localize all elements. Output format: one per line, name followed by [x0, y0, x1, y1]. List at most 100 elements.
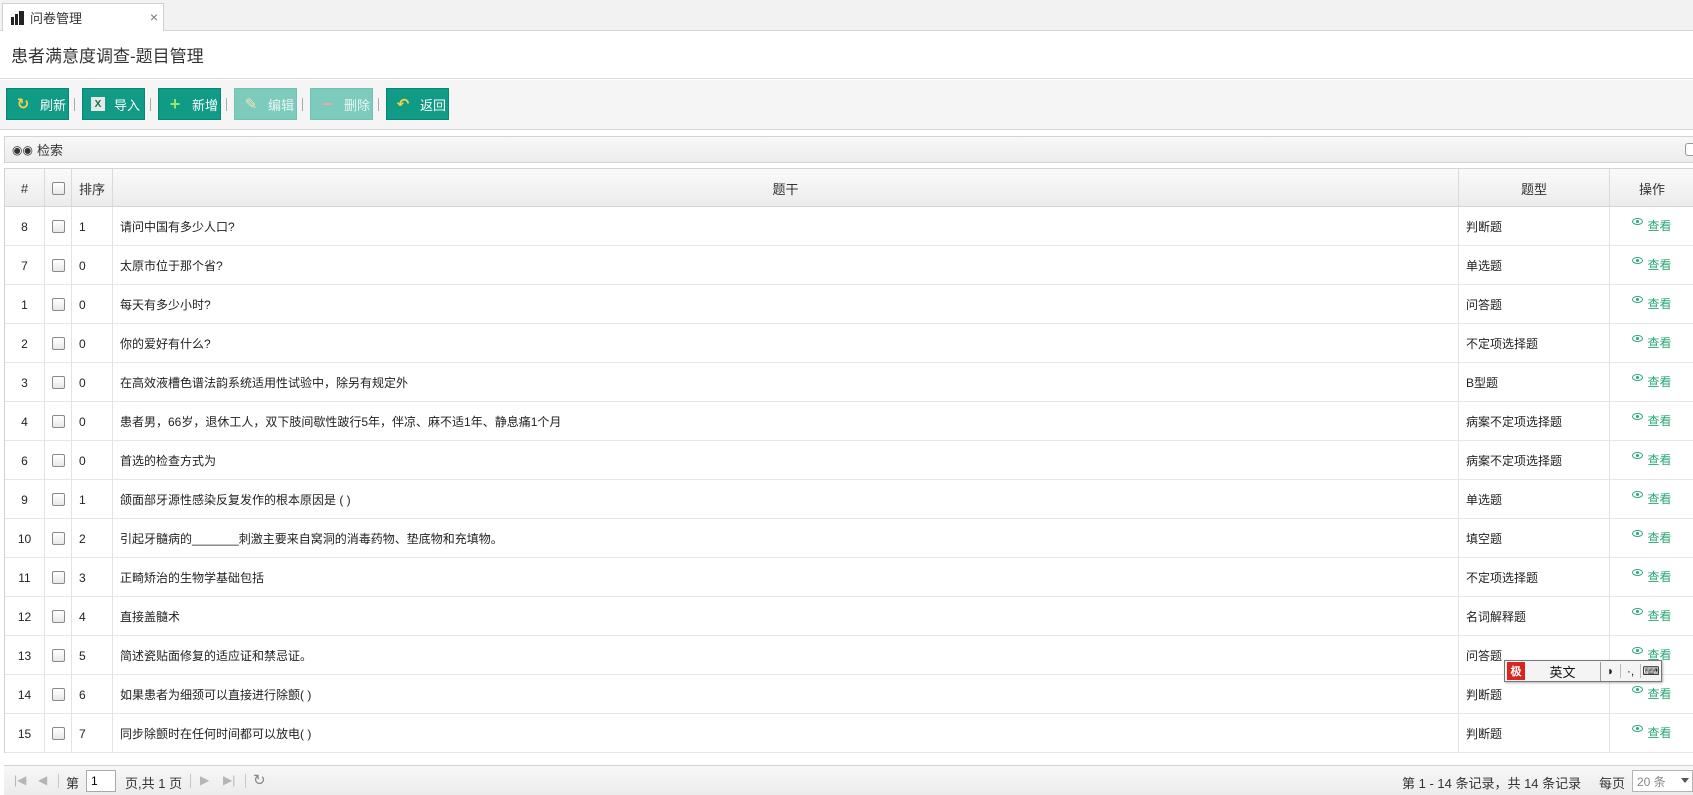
- toolbar-divider: [302, 98, 303, 111]
- view-link[interactable]: 查看: [1632, 412, 1672, 429]
- table-row[interactable]: 13 5 简述瓷贴面修复的适应证和禁忌证。 问答题 查看: [5, 636, 1693, 675]
- row-select[interactable]: [45, 207, 72, 246]
- row-checkbox[interactable]: [51, 376, 65, 389]
- prev-page-icon[interactable]: ◀: [38, 773, 47, 787]
- table-row[interactable]: 2 0 你的爱好有什么? 不定项选择题 查看: [5, 324, 1693, 363]
- reload-icon[interactable]: ↻: [253, 771, 266, 789]
- row-select[interactable]: [45, 285, 72, 324]
- eye-icon: [1632, 452, 1644, 459]
- view-link[interactable]: 查看: [1632, 685, 1672, 702]
- row-select[interactable]: [45, 519, 72, 558]
- view-link[interactable]: 查看: [1632, 295, 1672, 312]
- refresh-icon: ↻: [16, 96, 30, 113]
- table-row[interactable]: 6 0 首选的检查方式为 病案不定项选择题 查看: [5, 441, 1693, 480]
- header-type[interactable]: 题型: [1459, 169, 1610, 207]
- view-link[interactable]: 查看: [1632, 607, 1672, 624]
- ime-logo-icon[interactable]: 极: [1507, 662, 1525, 680]
- view-link[interactable]: 查看: [1632, 334, 1672, 351]
- row-checkbox[interactable]: [51, 649, 65, 662]
- table-row[interactable]: 9 1 颌面部牙源性感染反复发作的根本原因是 ( ) 单选题 查看: [5, 480, 1693, 519]
- row-checkbox[interactable]: [51, 220, 65, 233]
- first-page-icon[interactable]: |◀: [14, 773, 26, 787]
- last-page-icon[interactable]: ▶|: [223, 773, 235, 787]
- pager-divider: [58, 774, 59, 788]
- row-title: 在高效液槽色谱法韵系统适用性试验中，除另有规定外: [113, 363, 1459, 402]
- grid-header: # 排序 题干 题型 操作: [5, 169, 1693, 207]
- row-select[interactable]: [45, 675, 72, 714]
- view-link[interactable]: 查看: [1632, 529, 1672, 546]
- row-checkbox[interactable]: [51, 688, 65, 701]
- row-checkbox[interactable]: [51, 571, 65, 584]
- view-link[interactable]: 查看: [1632, 217, 1672, 234]
- view-link[interactable]: 查看: [1632, 373, 1672, 390]
- row-title: 请问中国有多少人口?: [113, 207, 1459, 246]
- row-checkbox[interactable]: [51, 259, 65, 272]
- table-row[interactable]: 8 1 请问中国有多少人口? 判断题 查看: [5, 207, 1693, 246]
- row-actions: 查看: [1610, 480, 1693, 519]
- table-row[interactable]: 12 4 直接盖髓术 名词解释题 查看: [5, 597, 1693, 636]
- ime-toolbar[interactable]: 极 英文 ◗ ·, ⌨: [1504, 660, 1662, 682]
- close-icon[interactable]: ×: [150, 9, 158, 25]
- per-page-select[interactable]: 20 条: [1632, 770, 1693, 792]
- row-select[interactable]: [45, 714, 72, 753]
- row-select[interactable]: [45, 597, 72, 636]
- row-actions: 查看: [1610, 519, 1693, 558]
- row-checkbox[interactable]: [51, 415, 65, 428]
- table-row[interactable]: 10 2 引起牙髓病的_______刺激主要来自窝洞的消毒药物、垫底物和充填物。 填空…: [5, 519, 1693, 558]
- header-order[interactable]: 排序: [72, 169, 113, 207]
- refresh-button[interactable]: ↻ 刷新: [6, 88, 69, 120]
- import-button[interactable]: X 导入: [82, 88, 145, 120]
- page-number-input[interactable]: [86, 770, 116, 792]
- row-select[interactable]: [45, 480, 72, 519]
- row-num: 9: [5, 480, 45, 519]
- delete-button[interactable]: − 删除: [310, 88, 373, 120]
- row-select[interactable]: [45, 558, 72, 597]
- table-row[interactable]: 4 0 患者男，66岁，退休工人，双下肢间歇性跛行5年，伴凉、麻不适1年、静息痛1个…: [5, 402, 1693, 441]
- row-select[interactable]: [45, 363, 72, 402]
- add-button[interactable]: + 新增: [158, 88, 221, 120]
- row-select[interactable]: [45, 402, 72, 441]
- import-label: 导入: [114, 97, 141, 113]
- row-checkbox[interactable]: [51, 298, 65, 311]
- table-row[interactable]: 15 7 同步除颤时在任何时间都可以放电( ) 判断题 查看: [5, 714, 1693, 753]
- header-select-all[interactable]: [45, 169, 72, 207]
- row-checkbox[interactable]: [51, 337, 65, 350]
- row-checkbox[interactable]: [51, 727, 65, 740]
- search-panel-header[interactable]: ◉◉ 检索: [4, 136, 1693, 163]
- row-title: 引起牙髓病的_______刺激主要来自窝洞的消毒药物、垫底物和充填物。: [113, 519, 1459, 558]
- row-title: 颌面部牙源性感染反复发作的根本原因是 ( ): [113, 480, 1459, 519]
- table-row[interactable]: 11 3 正畸矫治的生物学基础包括 不定项选择题 查看: [5, 558, 1693, 597]
- table-row[interactable]: 3 0 在高效液槽色谱法韵系统适用性试验中，除另有规定外 B型题 查看: [5, 363, 1693, 402]
- row-order: 0: [72, 285, 113, 324]
- row-select[interactable]: [45, 636, 72, 675]
- view-link[interactable]: 查看: [1632, 490, 1672, 507]
- view-link[interactable]: 查看: [1632, 451, 1672, 468]
- moon-icon[interactable]: ◗: [1601, 664, 1621, 678]
- select-all-checkbox[interactable]: [51, 181, 65, 195]
- table-row[interactable]: 14 6 如果患者为细颈可以直接进行除颤( ) 判断题 查看: [5, 675, 1693, 714]
- collapse-icon[interactable]: [1685, 143, 1693, 156]
- row-type: 问答题: [1459, 285, 1610, 324]
- punctuation-icon[interactable]: ·,: [1621, 664, 1641, 678]
- view-link[interactable]: 查看: [1632, 256, 1672, 273]
- row-checkbox[interactable]: [51, 532, 65, 545]
- view-link[interactable]: 查看: [1632, 724, 1672, 741]
- edit-button[interactable]: ✎ 编辑: [234, 88, 297, 120]
- table-row[interactable]: 1 0 每天有多少小时? 问答题 查看: [5, 285, 1693, 324]
- row-select[interactable]: [45, 324, 72, 363]
- table-row[interactable]: 7 0 太原市位于那个省? 单选题 查看: [5, 246, 1693, 285]
- ime-language-toggle[interactable]: 英文: [1525, 661, 1601, 681]
- header-title[interactable]: 题干: [113, 169, 1459, 207]
- row-select[interactable]: [45, 441, 72, 480]
- keyboard-icon[interactable]: ⌨: [1641, 664, 1661, 678]
- row-checkbox[interactable]: [51, 454, 65, 467]
- row-select[interactable]: [45, 246, 72, 285]
- view-link[interactable]: 查看: [1632, 568, 1672, 585]
- view-label: 查看: [1647, 570, 1672, 584]
- row-checkbox[interactable]: [51, 610, 65, 623]
- row-checkbox[interactable]: [51, 493, 65, 506]
- pager: |◀ ◀ 第 页,共 1 页 ▶ ▶| ↻ 第 1 - 14 条记录，共 14 …: [4, 765, 1693, 795]
- next-page-icon[interactable]: ▶: [200, 773, 209, 787]
- back-button[interactable]: ↶ 返回: [386, 88, 449, 120]
- tab-questionnaire[interactable]: 问卷管理 ×: [2, 3, 164, 31]
